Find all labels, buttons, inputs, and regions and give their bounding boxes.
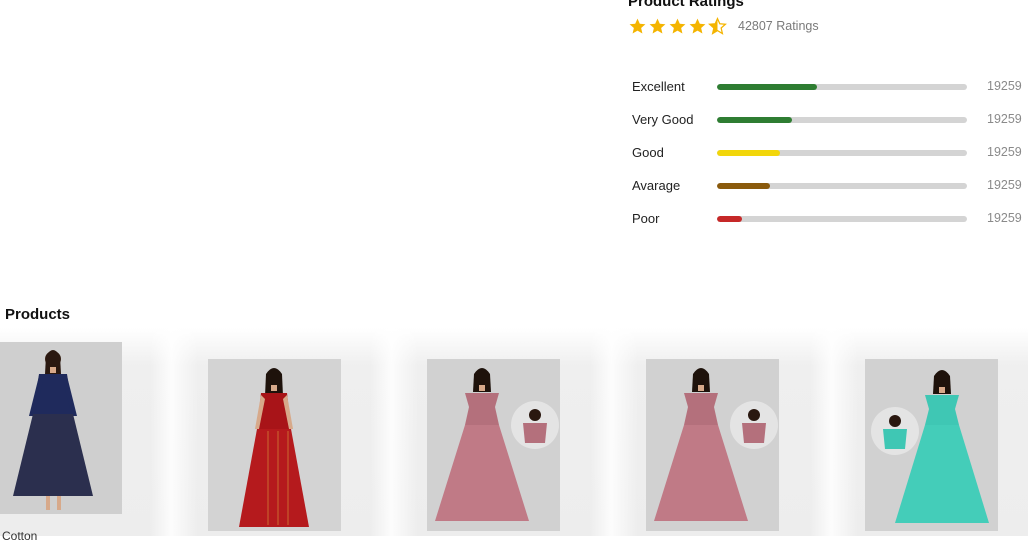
ratings-title: Product Ratings bbox=[628, 0, 744, 10]
carousel-divider bbox=[590, 328, 638, 536]
product-image bbox=[646, 359, 779, 531]
carousel-divider bbox=[370, 328, 418, 536]
product-card[interactable] bbox=[208, 359, 341, 531]
star-icon bbox=[629, 18, 646, 34]
rating-bar-fill bbox=[717, 150, 780, 156]
product-name-partial: Cotton bbox=[2, 529, 38, 543]
rating-bar bbox=[717, 84, 967, 90]
carousel-divider bbox=[150, 328, 198, 536]
carousel-divider bbox=[810, 328, 858, 536]
star-rating: 42807 Ratings bbox=[628, 15, 819, 37]
rating-row-average: Avarage 19259 bbox=[632, 177, 1028, 195]
rating-row-excellent: Excellent 19259 bbox=[632, 78, 1028, 96]
product-image bbox=[0, 342, 122, 514]
product-card[interactable] bbox=[0, 342, 122, 514]
star-icon bbox=[669, 18, 686, 34]
rating-row-poor: Poor 19259 bbox=[632, 210, 1028, 228]
rating-count: 19259 bbox=[987, 211, 1022, 225]
rating-label: Good bbox=[632, 145, 664, 160]
rating-count: 19259 bbox=[987, 178, 1022, 192]
rating-bar-fill bbox=[717, 183, 770, 189]
rating-label: Avarage bbox=[632, 178, 681, 193]
products-carousel bbox=[0, 328, 1028, 536]
ratings-count: 42807 Ratings bbox=[738, 19, 819, 33]
rating-bar bbox=[717, 216, 967, 222]
products-heading: Products bbox=[5, 306, 71, 323]
rating-label: Excellent bbox=[632, 79, 685, 94]
rating-bar-fill bbox=[717, 216, 742, 222]
star-icon bbox=[689, 18, 706, 34]
rating-label: Poor bbox=[632, 211, 660, 226]
star-icon bbox=[649, 18, 666, 34]
product-card[interactable] bbox=[865, 359, 998, 531]
rating-row-good: Good 19259 bbox=[632, 144, 1028, 162]
rating-count: 19259 bbox=[987, 112, 1022, 126]
rating-bar bbox=[717, 150, 967, 156]
rating-label: Very Good bbox=[632, 112, 694, 127]
rating-bar bbox=[717, 117, 967, 123]
product-image bbox=[427, 359, 560, 531]
rating-count: 19259 bbox=[987, 145, 1022, 159]
product-card[interactable] bbox=[427, 359, 560, 531]
product-image bbox=[208, 359, 341, 531]
star-half-icon bbox=[708, 16, 727, 35]
rating-bar bbox=[717, 183, 967, 189]
rating-row-very-good: Very Good 19259 bbox=[632, 111, 1028, 129]
rating-bar-fill bbox=[717, 117, 792, 123]
product-image bbox=[865, 359, 998, 531]
rating-bar-fill bbox=[717, 84, 817, 90]
rating-count: 19259 bbox=[987, 79, 1022, 93]
product-card[interactable] bbox=[646, 359, 779, 531]
